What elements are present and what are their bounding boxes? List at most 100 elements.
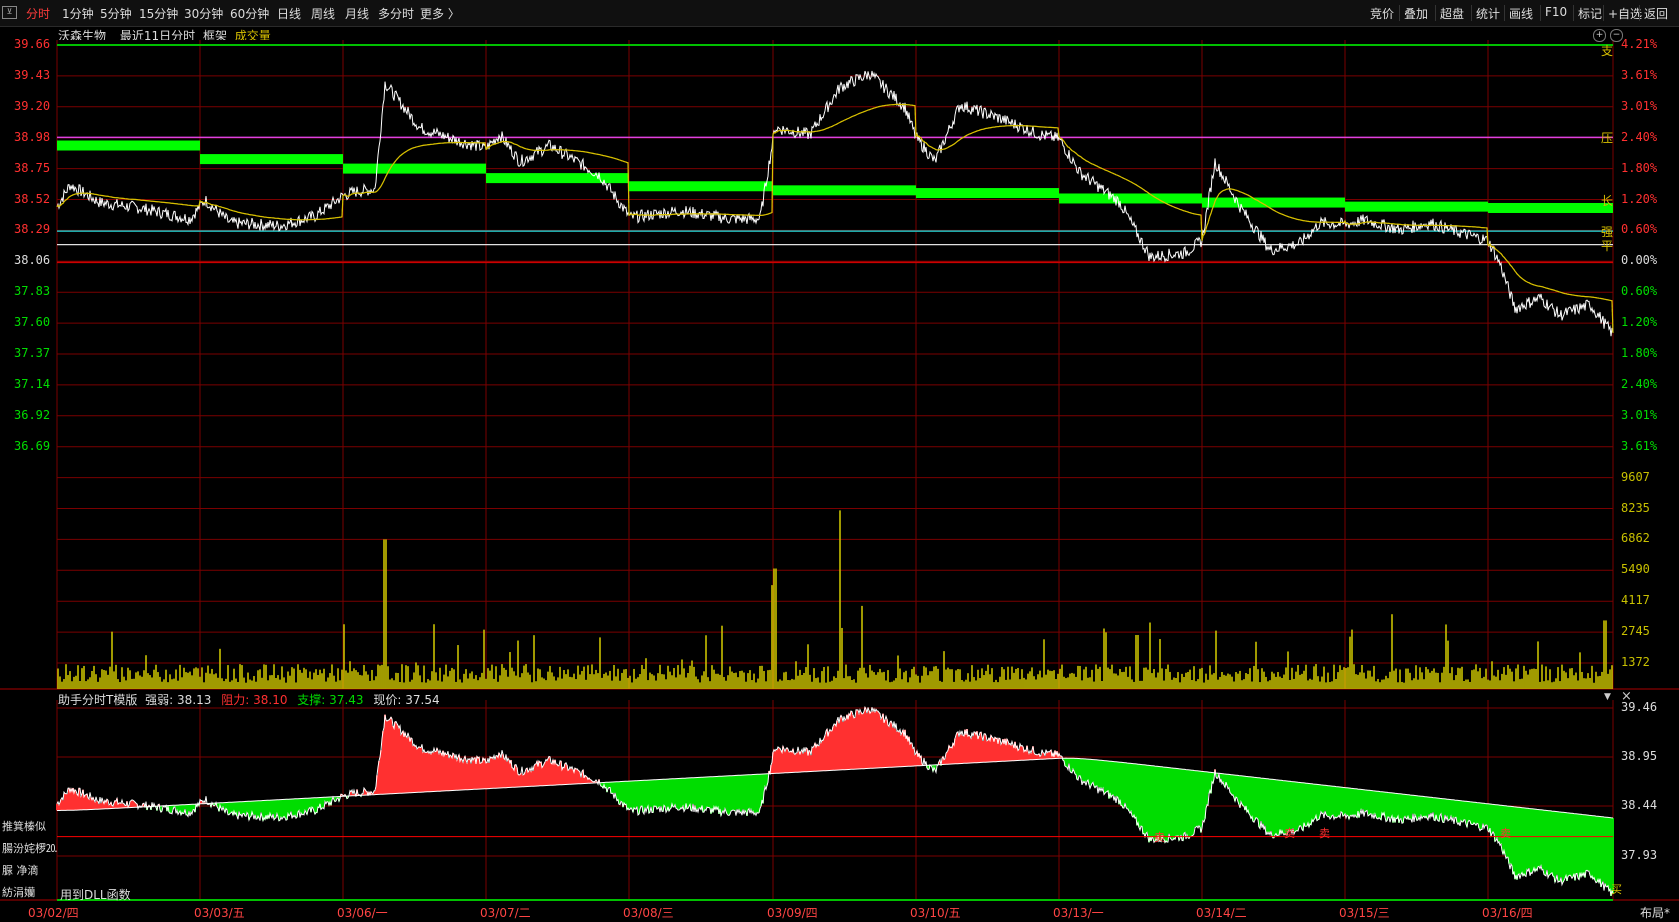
toolbar-button-0[interactable]: 竞价 <box>1370 5 1394 22</box>
pct-axis-label: 2.40% <box>1621 129 1658 144</box>
resistance-band <box>1488 202 1613 213</box>
resistance-band <box>629 181 773 192</box>
date-label: 03/15/三 <box>1339 906 1390 920</box>
chart-info-bar: 沃森生物 最近11日分时 框架 成交量 <box>58 27 271 44</box>
indicator-base-line <box>57 757 1614 819</box>
resist-label: 阻力: <box>221 693 250 707</box>
volume-axis-label: 5490 <box>1621 562 1650 577</box>
date-label: 03/08/三 <box>623 906 674 920</box>
toolbar-separator <box>1435 5 1436 21</box>
toolbar-button-3[interactable]: 统计 <box>1476 5 1500 22</box>
resistance-band <box>57 140 200 151</box>
price-axis-label: 39.43 <box>14 67 51 82</box>
volume-axis-label: 4117 <box>1621 593 1650 608</box>
period-tab-7[interactable]: 周线 <box>311 5 335 22</box>
toolbar-button-4[interactable]: 画线 <box>1509 5 1533 22</box>
resistance-band <box>1202 197 1345 208</box>
toolbar-button-7[interactable]: +自选 <box>1608 5 1642 22</box>
period-tab-5[interactable]: 60分钟 <box>230 5 269 22</box>
pct-axis-label: 1.20% <box>1621 315 1658 330</box>
toolbar-separator <box>1471 5 1472 21</box>
resistance-band <box>916 188 1059 199</box>
period-tab-3[interactable]: 15分钟 <box>139 5 178 22</box>
volume-axis-label: 1372 <box>1621 655 1650 669</box>
price-axis-label: 37.83 <box>14 284 51 299</box>
pct-axis-label: 3.61% <box>1621 67 1658 82</box>
price-axis-label: 39.20 <box>14 98 51 113</box>
dll-text: 用到DLL函数 <box>60 888 131 902</box>
volume-label: 成交量 <box>234 29 271 43</box>
indicator-close-icon[interactable]: × <box>1621 689 1632 704</box>
toolbar-separator <box>1540 5 1541 21</box>
price-axis-label: 38.75 <box>14 160 51 175</box>
left-text-1: 推箕榛似 <box>2 820 46 833</box>
level-marker-1: 压 <box>1601 131 1614 146</box>
resistance-band <box>1059 193 1202 204</box>
period-tab-2[interactable]: 5分钟 <box>100 5 132 22</box>
price-label: 现价: <box>373 693 402 707</box>
zoom-in-icon[interactable]: + <box>1593 29 1606 42</box>
period-tab-8[interactable]: 月线 <box>345 5 369 22</box>
period-tab-9[interactable]: 多分时 <box>378 5 414 22</box>
resistance-band <box>1345 201 1488 212</box>
toolbar-separator <box>1603 5 1604 21</box>
support-value: 37.43 <box>329 693 364 707</box>
pct-axis-label: 1.20% <box>1621 191 1658 206</box>
pct-axis-label: 1.80% <box>1621 346 1658 360</box>
price-axis-label: 38.52 <box>14 191 51 206</box>
price-axis-label: 37.60 <box>14 315 51 330</box>
toolbar-separator <box>1399 5 1400 21</box>
toolbar-separator <box>1639 5 1640 21</box>
toolbar-button-1[interactable]: 叠加 <box>1404 5 1428 22</box>
layout-button[interactable]: 布局* <box>1640 904 1670 921</box>
toolbar-separator <box>1573 5 1574 21</box>
signal-hint: 买 <box>1611 883 1622 896</box>
volume-axis-label: 9607 <box>1621 469 1650 484</box>
volume-axis-label: 6862 <box>1621 531 1650 546</box>
period-tab-0[interactable]: 分时 <box>26 5 50 22</box>
resistance-band <box>200 154 343 165</box>
indicator-info: 助手分时T模版 强弱: 38.13 阻力: 38.10 支撑: 37.43 现价… <box>58 691 440 708</box>
resistance-band <box>486 173 629 184</box>
toolbar-button-2[interactable]: 超盘 <box>1440 5 1464 22</box>
level-marker-4: 平 <box>1601 238 1614 253</box>
volume-bars <box>57 510 1613 689</box>
level-marker-2: 长 <box>1601 193 1614 208</box>
date-label: 03/03/五 <box>194 906 245 920</box>
price-line <box>56 70 1614 337</box>
intraday-chart[interactable] <box>0 0 1679 922</box>
toolbar-button-5[interactable]: F10 <box>1545 5 1567 19</box>
indicator-menu-icon[interactable]: ▼ <box>1604 692 1611 702</box>
resistance-band <box>773 185 916 196</box>
toolbar-button-8[interactable]: 返回 <box>1644 5 1668 22</box>
pct-axis-label: 0.60% <box>1621 284 1658 299</box>
strong-value: 38.13 <box>177 693 212 707</box>
avg-price-line <box>56 103 1614 333</box>
date-label: 03/06/一 <box>337 906 388 920</box>
date-label: 03/10/五 <box>910 906 961 920</box>
signal-hint: 卖 <box>1319 827 1330 840</box>
pct-axis-label: 3.01% <box>1621 98 1658 113</box>
zoom-out-icon[interactable]: − <box>1610 29 1623 42</box>
indicator-axis-label: 37.93 <box>1621 848 1658 862</box>
date-label: 03/16/四 <box>1482 906 1533 920</box>
corner-menu-icon[interactable]: ⊻ <box>2 6 17 19</box>
frame-label[interactable]: 框架 <box>203 29 227 43</box>
indicator-name[interactable]: 助手分时T模版 <box>58 693 137 707</box>
toolbar-button-6[interactable]: 标记 <box>1578 5 1602 22</box>
period-tab-4[interactable]: 30分钟 <box>184 5 223 22</box>
volume-axis-label: 8235 <box>1621 500 1650 515</box>
pct-axis-label: 3.61% <box>1621 438 1658 453</box>
stock-name: 沃森生物 <box>58 29 107 43</box>
signal-hint: 卖 <box>1500 827 1511 840</box>
signal-hint: 卖 <box>1154 831 1165 844</box>
period-tab-10[interactable]: 更多 〉 <box>420 5 460 22</box>
price-panel <box>57 40 1613 689</box>
indicator-axis-label: 38.95 <box>1621 749 1658 763</box>
period-tab-6[interactable]: 日线 <box>277 5 301 22</box>
indicator-price-line <box>56 705 1614 896</box>
pct-axis-label: 1.80% <box>1621 160 1658 175</box>
period-tab-1[interactable]: 1分钟 <box>62 5 94 22</box>
pct-axis-label: 3.01% <box>1621 407 1658 422</box>
range-label[interactable]: 最近11日分时 <box>120 29 195 43</box>
